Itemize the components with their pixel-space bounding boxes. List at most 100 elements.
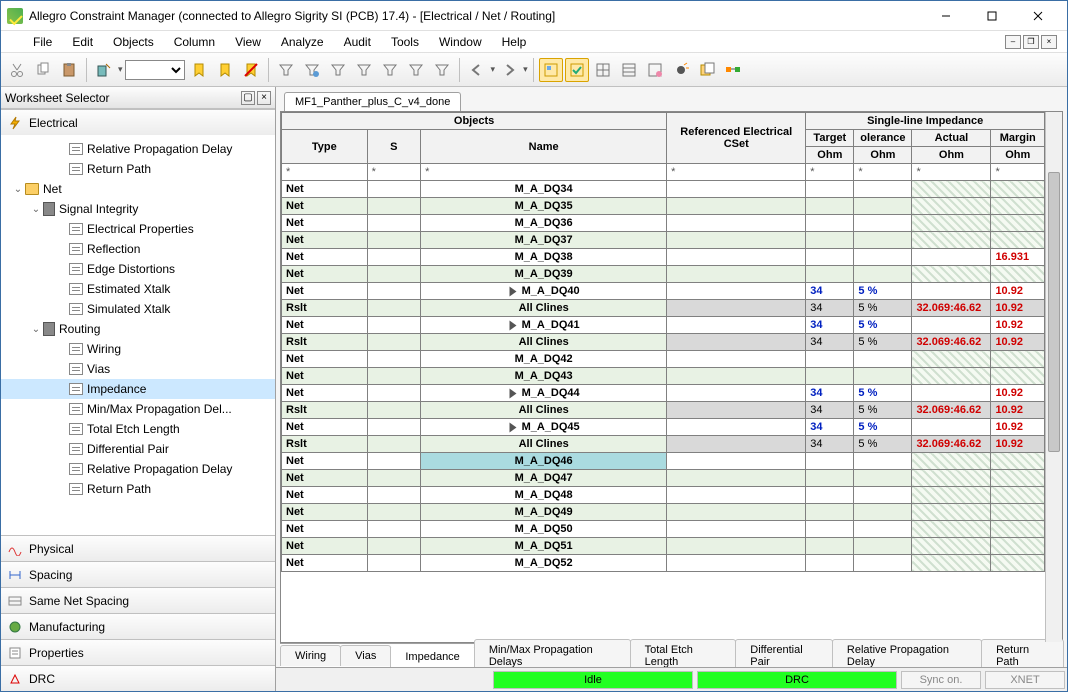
- copy-button[interactable]: [31, 58, 55, 82]
- table-row[interactable]: NetM_A_DQ51: [282, 538, 1045, 555]
- cell-margin[interactable]: 10.92: [991, 283, 1045, 300]
- category-spacing[interactable]: Spacing: [1, 561, 275, 587]
- cell-ecset[interactable]: [667, 470, 806, 487]
- flow-button[interactable]: [721, 58, 745, 82]
- cell-tolerance[interactable]: [854, 215, 912, 232]
- cell-type[interactable]: Net: [282, 249, 368, 266]
- cell-actual[interactable]: [912, 351, 991, 368]
- table-row[interactable]: NetM_A_DQ40345 %10.92: [282, 283, 1045, 300]
- cell-s[interactable]: [367, 334, 420, 351]
- table-row[interactable]: Net M_A_DQ38 16.931: [282, 249, 1045, 266]
- tree-item-routing[interactable]: ⌄Routing: [1, 319, 275, 339]
- cell-type[interactable]: Net: [282, 283, 368, 300]
- table-row[interactable]: NetM_A_DQ43: [282, 368, 1045, 385]
- cell-ecset[interactable]: [667, 317, 806, 334]
- cell-type[interactable]: Rslt: [282, 300, 368, 317]
- tree-item-impedance[interactable]: Impedance: [1, 379, 275, 399]
- cell-name[interactable]: M_A_DQ42: [421, 351, 667, 368]
- cell-target[interactable]: [806, 266, 854, 283]
- cell-tolerance[interactable]: 5 %: [854, 283, 912, 300]
- tree-item-si[interactable]: ⌄Signal Integrity: [1, 199, 275, 219]
- filter-button-1[interactable]: [274, 58, 298, 82]
- cell-margin[interactable]: [991, 555, 1045, 572]
- tree-item[interactable]: Min/Max Propagation Del...: [1, 399, 275, 419]
- toggle-button-2[interactable]: [565, 58, 589, 82]
- filter-button-2[interactable]: [300, 58, 324, 82]
- cell-tolerance[interactable]: [854, 538, 912, 555]
- table-row[interactable]: RsltAll Clines345 %32.069:46.6210.92: [282, 436, 1045, 453]
- menu-window[interactable]: Window: [429, 33, 492, 51]
- cell-name[interactable]: M_A_DQ35: [421, 198, 667, 215]
- tree-item[interactable]: Return Path: [1, 159, 275, 179]
- cell-s[interactable]: [367, 453, 420, 470]
- cell-name[interactable]: M_A_DQ49: [421, 504, 667, 521]
- table-row[interactable]: NetM_A_DQ47: [282, 470, 1045, 487]
- cell-target[interactable]: [806, 249, 854, 266]
- cell-type[interactable]: Net: [282, 198, 368, 215]
- table-row[interactable]: NetM_A_DQ44345 %10.92: [282, 385, 1045, 402]
- col-tolerance[interactable]: olerance: [854, 130, 912, 147]
- tree-item[interactable]: Electrical Properties: [1, 219, 275, 239]
- maximize-button[interactable]: [969, 1, 1015, 31]
- cell-actual[interactable]: [912, 419, 991, 436]
- cell-actual[interactable]: [912, 249, 991, 266]
- cell-name[interactable]: M_A_DQ47: [421, 470, 667, 487]
- unit-margin[interactable]: Ohm: [991, 147, 1045, 164]
- cell-tolerance[interactable]: [854, 470, 912, 487]
- menu-edit[interactable]: Edit: [62, 33, 103, 51]
- cell-actual[interactable]: [912, 385, 991, 402]
- cell-ecset[interactable]: [667, 436, 806, 453]
- bookmark-yellow-2[interactable]: [213, 58, 237, 82]
- close-button[interactable]: [1015, 1, 1061, 31]
- cell-name[interactable]: M_A_DQ50: [421, 521, 667, 538]
- cell-actual[interactable]: [912, 555, 991, 572]
- cell-margin[interactable]: 16.931: [991, 249, 1045, 266]
- cell-actual[interactable]: [912, 538, 991, 555]
- cell-s[interactable]: [367, 266, 420, 283]
- cell-name[interactable]: M_A_DQ38: [421, 249, 667, 266]
- cell-actual[interactable]: [912, 487, 991, 504]
- tree-item[interactable]: Reflection: [1, 239, 275, 259]
- cell-s[interactable]: [367, 555, 420, 572]
- col-s[interactable]: S: [367, 130, 420, 164]
- cell-type[interactable]: Net: [282, 521, 368, 538]
- cell-margin[interactable]: 10.92: [991, 385, 1045, 402]
- cell-name[interactable]: M_A_DQ44: [421, 385, 667, 402]
- cell-s[interactable]: [367, 317, 420, 334]
- menu-tools[interactable]: Tools: [381, 33, 429, 51]
- category-physical[interactable]: Physical: [1, 535, 275, 561]
- cell-margin[interactable]: [991, 504, 1045, 521]
- cell-s[interactable]: [367, 249, 420, 266]
- cell-tolerance[interactable]: [854, 487, 912, 504]
- cell-type[interactable]: Net: [282, 266, 368, 283]
- cell-type[interactable]: Net: [282, 215, 368, 232]
- cell-ecset[interactable]: [667, 538, 806, 555]
- nav-fwd-button[interactable]: [497, 58, 521, 82]
- cell-target[interactable]: [806, 368, 854, 385]
- cell-actual[interactable]: 32.069:46.62: [912, 300, 991, 317]
- category-manufacturing[interactable]: Manufacturing: [1, 613, 275, 639]
- cell-target[interactable]: 34: [806, 402, 854, 419]
- cell-target[interactable]: 34: [806, 317, 854, 334]
- cell-name[interactable]: M_A_DQ52: [421, 555, 667, 572]
- cell-tolerance[interactable]: 5 %: [854, 334, 912, 351]
- minimize-button[interactable]: [923, 1, 969, 31]
- filter-cell[interactable]: *: [854, 164, 912, 181]
- cell-margin[interactable]: [991, 232, 1045, 249]
- menu-help[interactable]: Help: [492, 33, 537, 51]
- cell-s[interactable]: [367, 470, 420, 487]
- cell-name[interactable]: M_A_DQ39: [421, 266, 667, 283]
- cell-type[interactable]: Net: [282, 232, 368, 249]
- cell-margin[interactable]: [991, 453, 1045, 470]
- cell-name[interactable]: M_A_DQ37: [421, 232, 667, 249]
- worksheet-tab[interactable]: MF1_Panther_plus_C_v4_done: [284, 92, 461, 111]
- category-electrical[interactable]: Electrical: [1, 109, 275, 135]
- tree-item[interactable]: Estimated Xtalk: [1, 279, 275, 299]
- cell-margin[interactable]: 10.92: [991, 436, 1045, 453]
- cell-name[interactable]: M_A_DQ41: [421, 317, 667, 334]
- cell-name[interactable]: All Clines: [421, 436, 667, 453]
- cell-s[interactable]: [367, 351, 420, 368]
- cell-s[interactable]: [367, 198, 420, 215]
- category-properties[interactable]: Properties: [1, 639, 275, 665]
- cell-tolerance[interactable]: [854, 181, 912, 198]
